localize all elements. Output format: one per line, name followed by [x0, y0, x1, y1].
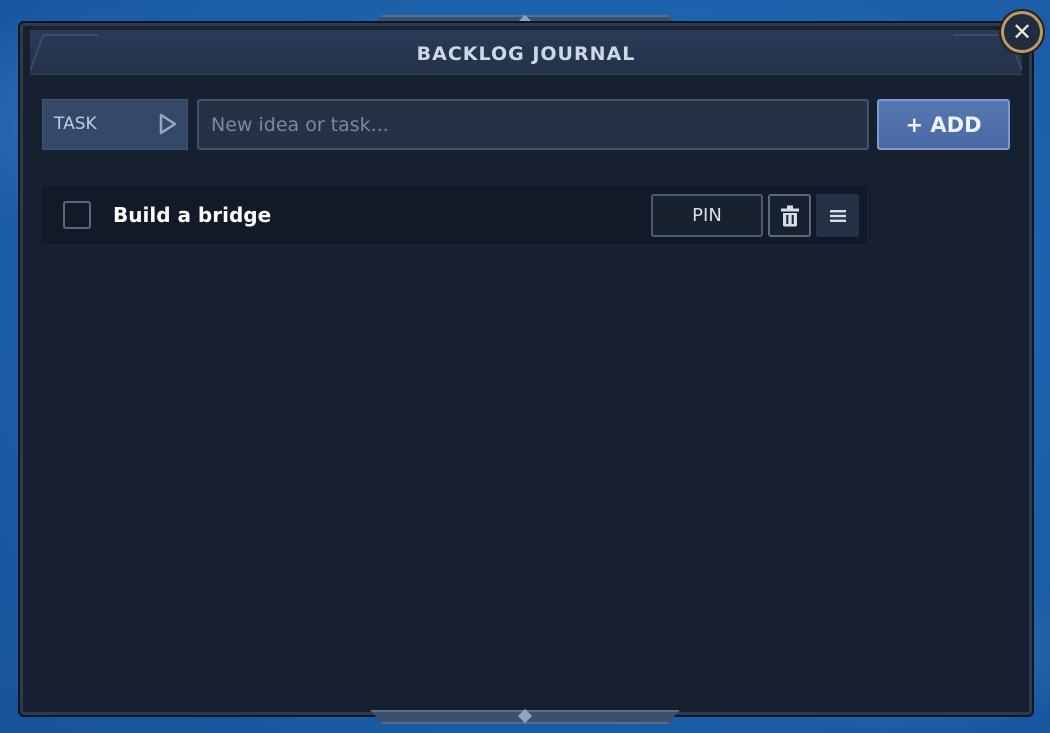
task-row: Build a bridge PIN [42, 186, 867, 244]
task-complete-checkbox[interactable] [63, 201, 91, 229]
close-icon: ✕ [1011, 18, 1033, 46]
entry-type-selector[interactable]: TASK [42, 99, 188, 150]
trash-icon [780, 205, 799, 226]
panel-header: BACKLOG JOURNAL [29, 30, 1023, 75]
play-triangle-icon [159, 113, 177, 135]
new-task-input[interactable] [197, 99, 869, 150]
pin-task-button[interactable]: PIN [651, 194, 763, 237]
entry-type-label: TASK [54, 114, 97, 134]
panel-title: BACKLOG JOURNAL [416, 43, 636, 65]
add-task-button[interactable]: + ADD [877, 99, 1010, 150]
delete-task-button[interactable] [768, 194, 811, 237]
hamburger-menu-icon [829, 209, 846, 222]
close-button[interactable]: ✕ [1001, 11, 1043, 53]
reorder-handle[interactable] [816, 194, 859, 237]
task-label: Build a bridge [113, 203, 272, 227]
